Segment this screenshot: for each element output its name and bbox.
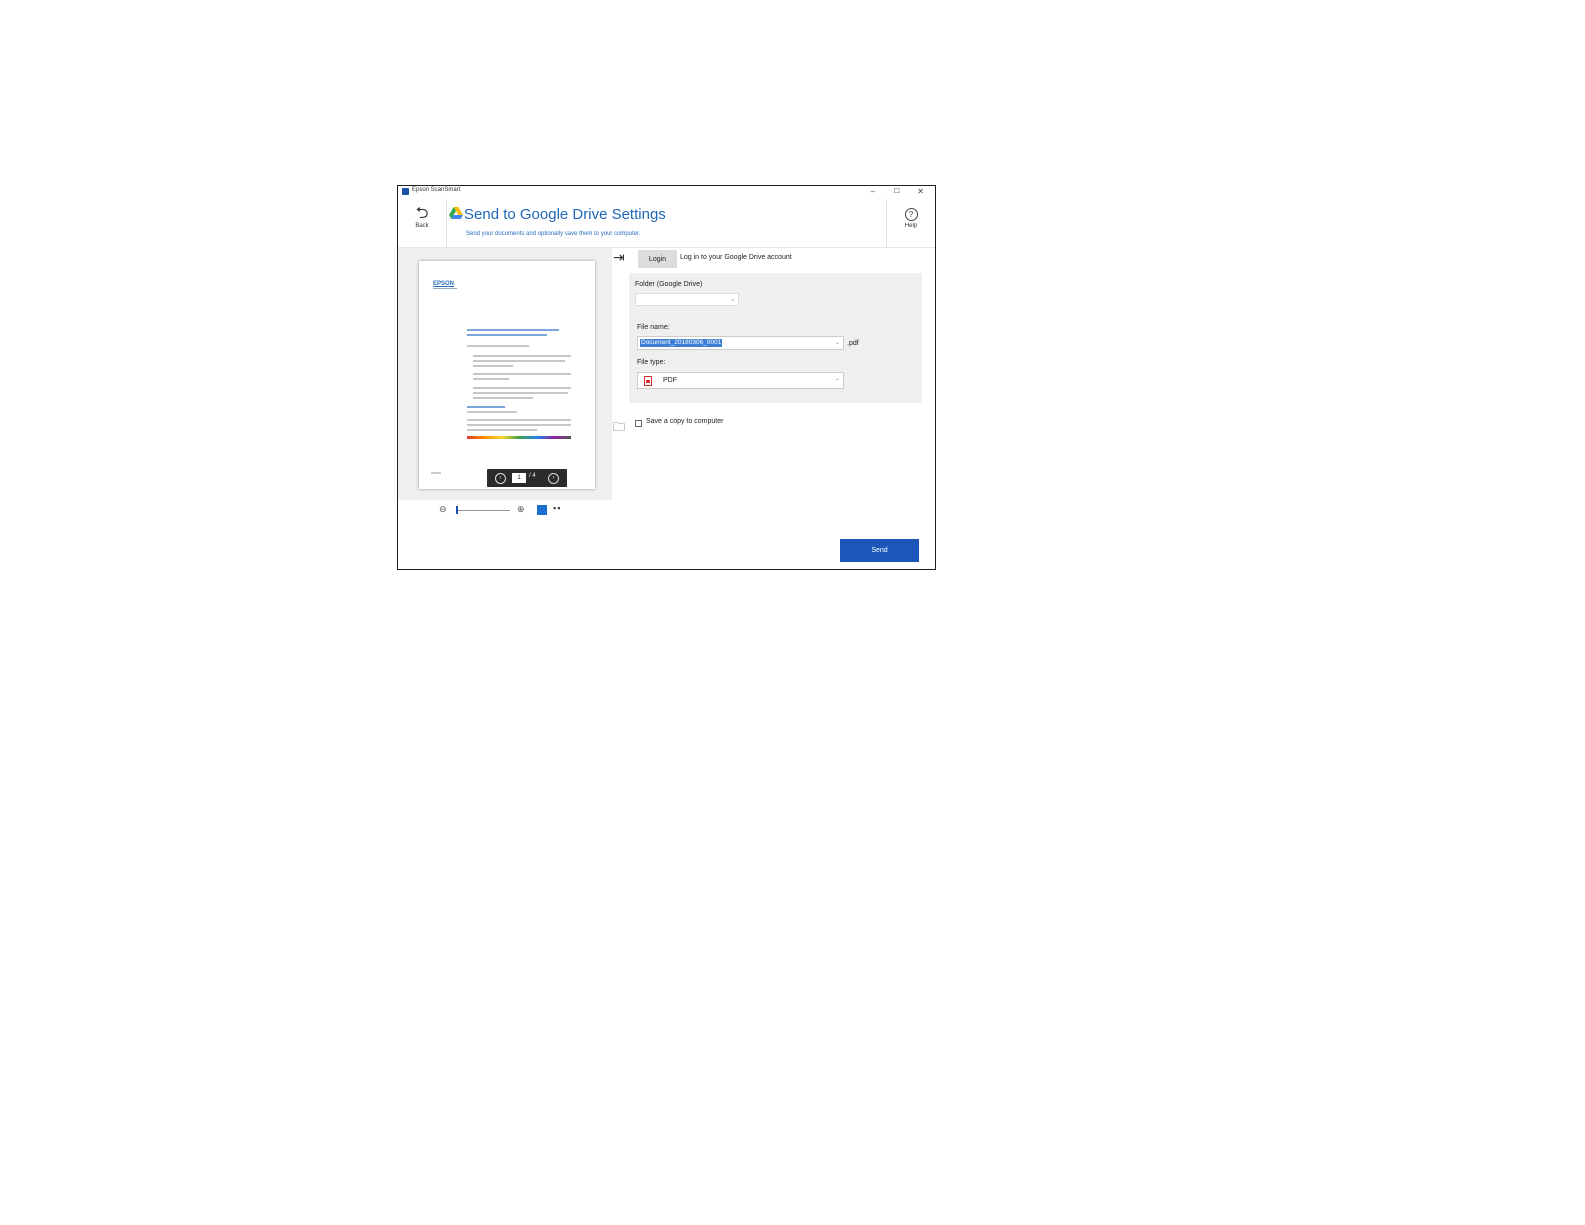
login-description: Log in to your Google Drive account [680, 254, 792, 261]
file-name-label: File name: [637, 324, 670, 331]
page-title: Send to Google Drive Settings [464, 206, 666, 223]
save-copy-checkbox[interactable] [635, 420, 642, 427]
file-name-input[interactable]: Document_20180306_0001 ⌄ [637, 336, 844, 350]
preview-panel: EPSON ‹ 1 / 4 › ⊖ ⊕ ▪▪ [398, 248, 612, 521]
doc-heading-line [467, 329, 559, 331]
doc-text-line [473, 397, 533, 399]
fit-page-icon[interactable] [537, 505, 547, 515]
back-button[interactable]: ⮌ Back [398, 199, 447, 247]
file-extension: .pdf [847, 340, 859, 347]
zoom-slider[interactable] [458, 510, 510, 511]
more-options-icon[interactable]: ▪▪ [553, 503, 561, 513]
doc-text-line [473, 360, 565, 362]
back-arrow-icon: ⮌ [415, 205, 429, 222]
doc-text-line [467, 424, 571, 426]
chevron-down-icon: ⌄ [729, 297, 735, 303]
zoom-bar: ⊖ ⊕ ▪▪ [398, 500, 612, 521]
help-icon: ? [904, 208, 918, 221]
next-page-icon[interactable]: › [548, 473, 559, 484]
page-count: / 4 [529, 473, 536, 479]
zoom-out-icon[interactable]: ⊖ [439, 504, 447, 515]
chevron-down-icon: ⌄ [834, 376, 840, 382]
maximize-button[interactable]: ☐ [894, 186, 900, 197]
file-type-value: PDF [663, 377, 677, 384]
doc-footer [431, 472, 441, 474]
doc-logo-underline [433, 288, 457, 289]
page-subtitle: Send your documents and optionally save … [466, 231, 641, 237]
doc-text-line [467, 429, 537, 431]
doc-color-bar [467, 436, 571, 439]
save-copy-label[interactable]: Save a copy to computer [646, 418, 723, 425]
login-button[interactable]: Login [638, 250, 677, 268]
upload-settings: Folder (Google Drive) ⌄ File name: Docum… [629, 273, 922, 403]
doc-logo: EPSON [433, 281, 455, 287]
doc-text-line [473, 392, 568, 394]
doc-text-line [473, 365, 513, 367]
help-label: Help [904, 223, 918, 229]
doc-text-line [473, 373, 571, 375]
chevron-down-icon: ⌄ [834, 340, 840, 346]
document-preview[interactable]: EPSON ‹ 1 / 4 › [419, 261, 595, 489]
doc-text-line [473, 378, 509, 380]
doc-text-line [467, 411, 517, 413]
app-title: Epson ScanSmart [412, 187, 461, 193]
back-label: Back [415, 223, 429, 229]
doc-text-line [473, 355, 571, 357]
close-button[interactable]: ✕ [917, 186, 924, 197]
file-type-select[interactable]: PDF ⌄ [637, 372, 844, 389]
send-button[interactable]: Send [840, 539, 919, 562]
google-drive-icon [449, 207, 463, 219]
help-button[interactable]: ? Help [886, 199, 935, 247]
pdf-icon [644, 376, 652, 386]
title-bar: Epson ScanSmart – ☐ ✕ [398, 186, 935, 198]
doc-text-line [473, 387, 571, 389]
folder-label: Folder (Google Drive) [635, 281, 703, 288]
page-number-input[interactable]: 1 [512, 473, 526, 483]
doc-text-line [467, 345, 529, 347]
zoom-slider-thumb[interactable] [456, 506, 458, 514]
file-name-value: Document_20180306_0001 [640, 339, 723, 347]
page-navigator: ‹ 1 / 4 › [487, 469, 567, 487]
folder-add-icon: 🗀 [613, 420, 626, 434]
file-type-label: File type: [637, 359, 666, 366]
doc-text-line [467, 419, 571, 421]
zoom-in-icon[interactable]: ⊕ [517, 504, 525, 515]
folder-select[interactable]: ⌄ [635, 293, 739, 306]
header: ⮌ Back Send to Google Drive Settings Sen… [398, 199, 935, 248]
doc-heading-line [467, 334, 547, 336]
app-icon [402, 188, 409, 195]
scansmart-window: Epson ScanSmart – ☐ ✕ ⮌ Back Send to Goo… [397, 185, 936, 570]
prev-page-icon[interactable]: ‹ [495, 473, 506, 484]
doc-subheading-line [467, 406, 505, 408]
login-icon: ⇥ [613, 249, 625, 265]
minimize-button[interactable]: – [871, 186, 875, 197]
